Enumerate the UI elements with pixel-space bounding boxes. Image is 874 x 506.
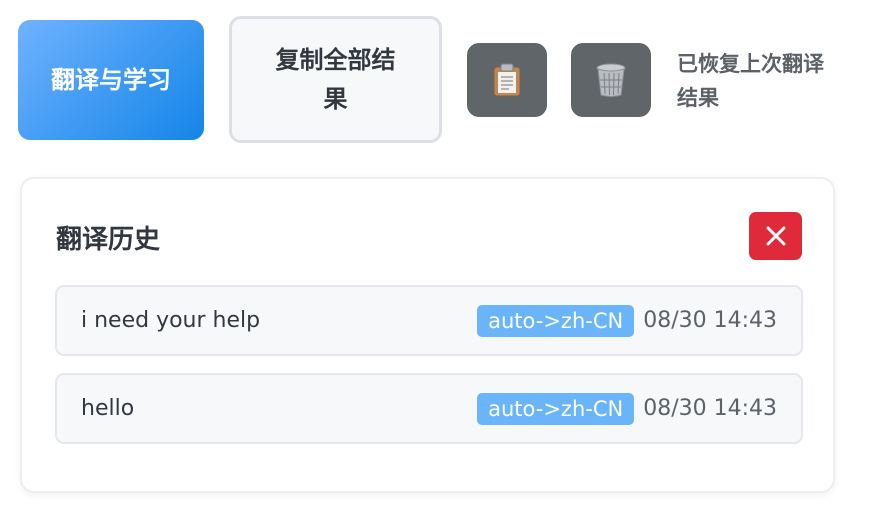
language-badge: auto->zh-CN (477, 392, 635, 425)
history-item-meta: auto->zh-CN 08/30 14:43 (477, 375, 777, 442)
history-item-time: 08/30 14:43 (643, 396, 777, 421)
history-item[interactable]: hello auto->zh-CN 08/30 14:43 (55, 373, 803, 444)
trash-icon (596, 63, 626, 97)
history-item-time: 08/30 14:43 (643, 308, 777, 333)
history-list: i need your help auto->zh-CN 08/30 14:43… (55, 285, 803, 461)
toolbar: 翻译与学习 复制全部结果 已恢复上次翻译结果 (18, 16, 868, 144)
translate-and-learn-button[interactable]: 翻译与学习 (18, 20, 204, 140)
clear-button[interactable] (571, 43, 651, 117)
clipboard-icon (493, 63, 521, 97)
history-item-text: hello (81, 396, 135, 421)
history-item-meta: auto->zh-CN 08/30 14:43 (477, 287, 777, 354)
close-history-button[interactable] (749, 212, 802, 260)
history-title: 翻译历史 (56, 225, 161, 255)
copy-all-results-button[interactable]: 复制全部结果 (229, 16, 442, 143)
translate-button-label: 翻译与学习 (51, 65, 171, 94)
close-icon (766, 226, 785, 246)
status-message: 已恢复上次翻译结果 (677, 52, 824, 110)
language-badge: auto->zh-CN (477, 304, 635, 337)
paste-button[interactable] (467, 43, 547, 117)
history-item-text: i need your help (81, 308, 261, 333)
copy-all-button-label: 复制全部结果 (275, 45, 396, 113)
translation-history-panel: 翻译历史 i need your help auto->zh-CN 08/30 … (20, 177, 835, 493)
history-item[interactable]: i need your help auto->zh-CN 08/30 14:43 (55, 285, 803, 356)
